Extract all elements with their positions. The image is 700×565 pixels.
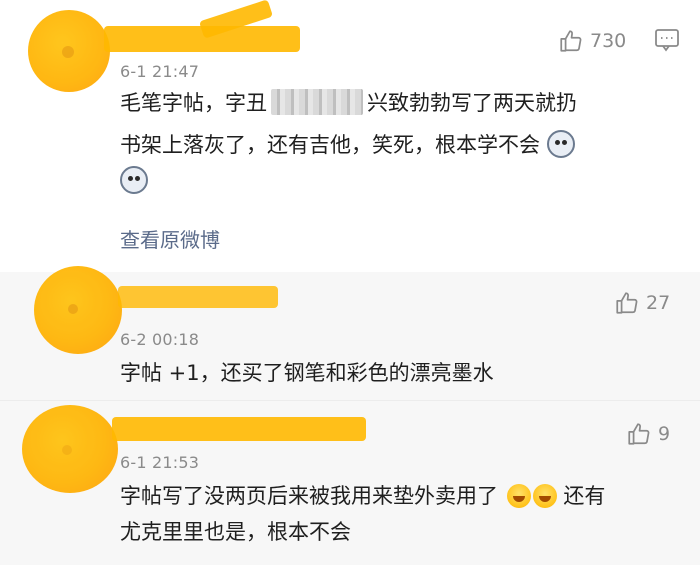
view-original-weibo-link[interactable]: 查看原微博 — [120, 224, 220, 253]
comment-item: 9 6-1 21:53 字帖写了没两页后来被我用来垫外卖用了 还有 尤克里里也是… — [0, 400, 700, 565]
thumbs-up-icon — [628, 423, 650, 445]
laugh-cry-emoji — [532, 484, 557, 508]
comment-bubble-icon — [655, 29, 679, 52]
like-count: 730 — [590, 30, 627, 52]
redacted-text — [271, 89, 363, 115]
comment-text-line2: 尤克里里也是，根本不会 — [120, 520, 351, 544]
avatar[interactable] — [34, 266, 122, 354]
reply-button[interactable] — [654, 28, 680, 56]
comment-text-line2: 书架上落灰了，还有吉他，笑死，根本学不会 — [120, 126, 575, 164]
comment-item: 27 6-2 00:18 字帖 +1，还买了钢笔和彩色的漂亮墨水 — [0, 266, 700, 400]
comment-item: 730 6-1 21:47 毛笔字帖，字丑 兴致勃勃写了两天就扔 书架上落灰了，还… — [0, 0, 700, 272]
comment-text: 字帖写了没两页后来被我用来垫外卖用了 还有 — [120, 484, 606, 508]
comment-text: 毛笔字帖，字丑 兴致勃勃写了两天就扔 — [120, 89, 577, 115]
comment-text: 字帖 +1，还买了钢笔和彩色的漂亮墨水 — [120, 361, 494, 385]
like-button[interactable]: 730 — [558, 28, 626, 54]
comment-timestamp: 6-1 21:53 — [120, 453, 200, 472]
comment-timestamp: 6-2 00:18 — [120, 330, 200, 349]
username-redacted[interactable] — [118, 286, 278, 308]
like-button[interactable]: 27 — [614, 290, 670, 316]
comment-timestamp: 6-1 21:47 — [120, 62, 200, 81]
avatar[interactable] — [22, 405, 118, 493]
thumbs-up-icon — [560, 30, 582, 52]
laugh-cry-emoji — [506, 484, 531, 508]
thumbs-up-icon — [616, 292, 638, 314]
username-redacted[interactable] — [112, 417, 366, 441]
avatar[interactable] — [28, 10, 110, 92]
like-count: 9 — [658, 423, 671, 445]
comment-text-line3 — [120, 162, 148, 200]
husky-emoji — [546, 130, 575, 158]
like-count: 27 — [646, 292, 671, 314]
like-button[interactable]: 9 — [626, 421, 670, 447]
husky-emoji — [120, 166, 148, 194]
